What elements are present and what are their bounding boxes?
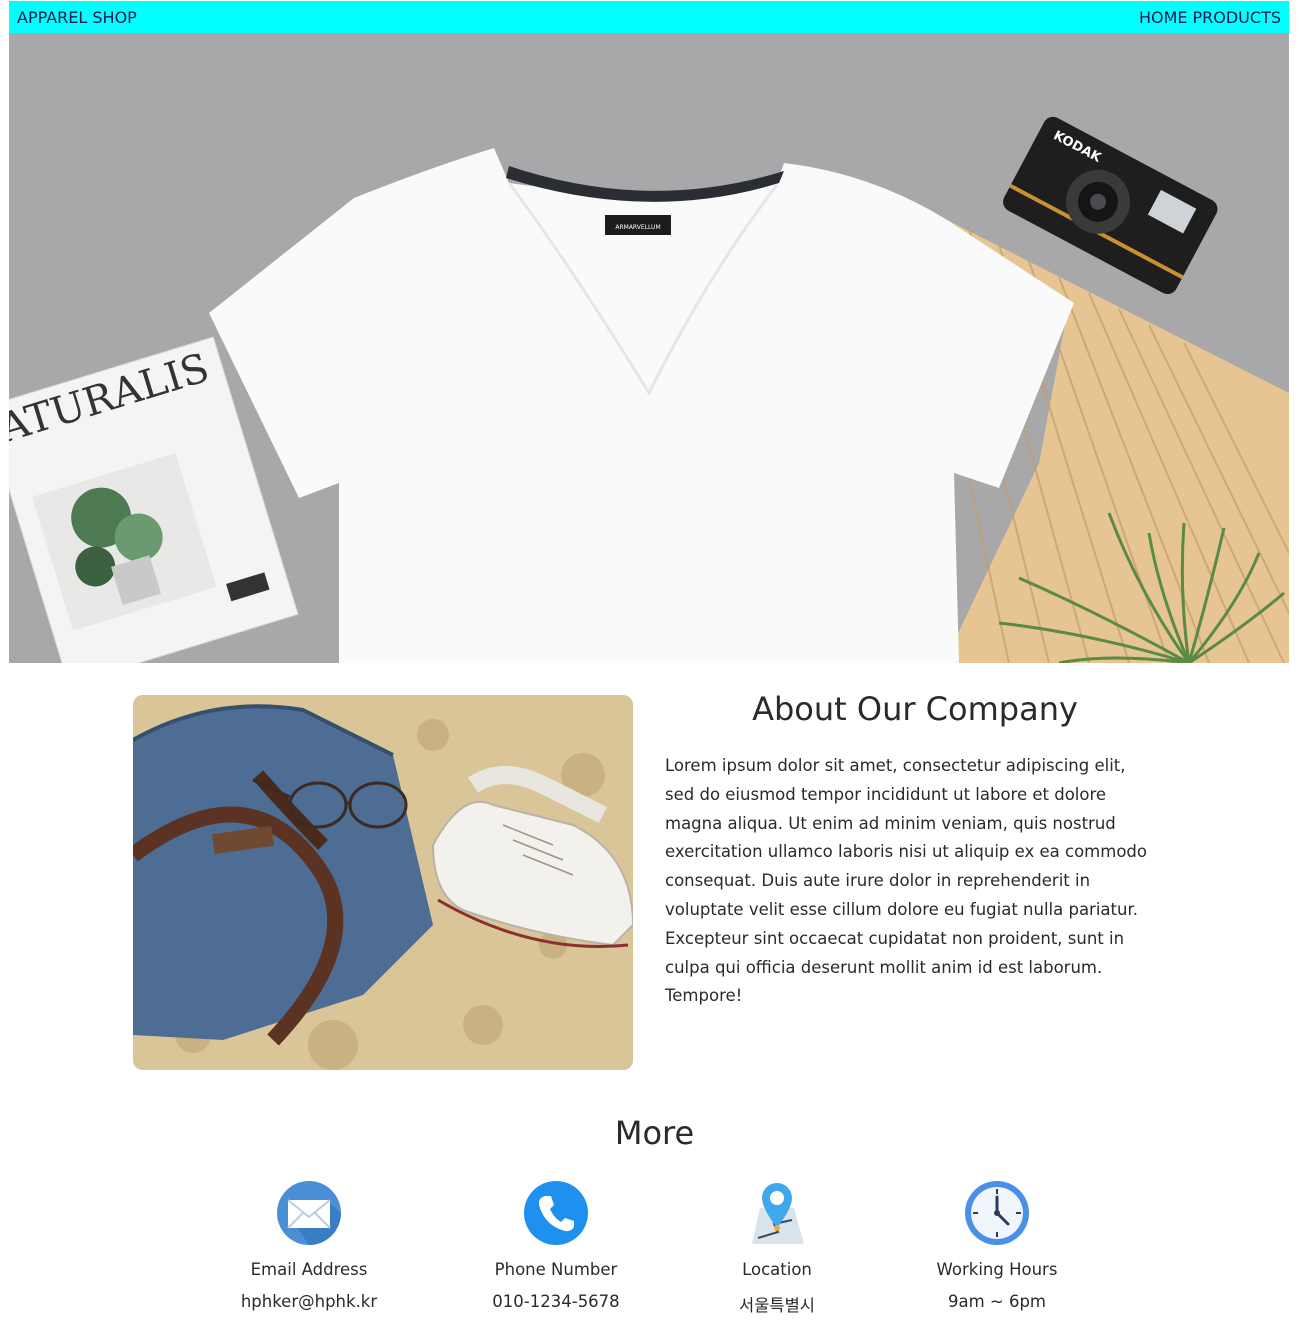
info-phone-label: Phone Number <box>494 1260 618 1279</box>
clock-icon <box>965 1181 1029 1245</box>
nav-link-products[interactable]: PRODUCTS <box>1193 8 1282 27</box>
envelope-icon <box>277 1181 341 1245</box>
info-email-value: hphker@hphk.kr <box>240 1292 378 1311</box>
nav-link-home[interactable]: HOME <box>1139 8 1188 27</box>
info-hours: Working Hours 9am ~ 6pm <box>887 1180 1107 1311</box>
info-hours-value: 9am ~ 6pm <box>947 1292 1047 1311</box>
info-location: Location 서울특별시 <box>667 1180 887 1316</box>
info-phone: Phone Number 010-1234-5678 <box>446 1180 666 1311</box>
shirt-label: ARMARVELLUM <box>615 224 660 231</box>
map-pin-icon <box>752 1183 804 1244</box>
nav-links: HOME PRODUCTS <box>1139 8 1281 27</box>
about-description: Lorem ipsum dolor sit amet, consectetur … <box>665 756 1147 1006</box>
hero-image: ARMARVELLUM ATURALIS KODAK <box>9 33 1289 663</box>
navbar: APPAREL SHOP HOME PRODUCTS <box>9 1 1289 33</box>
hero-illustration: ARMARVELLUM ATURALIS KODAK <box>9 33 1289 663</box>
brand-logo[interactable]: APPAREL SHOP <box>17 8 137 27</box>
about-title: About Our Company <box>752 690 1078 728</box>
info-email-label: Email Address <box>250 1260 368 1279</box>
info-email: Email Address hphker@hphk.kr <box>199 1180 419 1311</box>
phone-icon <box>524 1181 588 1245</box>
info-location-label: Location <box>742 1260 812 1279</box>
info-hours-label: Working Hours <box>936 1260 1058 1279</box>
info-phone-value: 010-1234-5678 <box>492 1292 620 1311</box>
more-title: More <box>614 1114 695 1152</box>
about-image <box>133 695 633 1070</box>
beach-illustration <box>133 695 633 1070</box>
info-location-value: 서울특별시 <box>739 1296 815 1315</box>
